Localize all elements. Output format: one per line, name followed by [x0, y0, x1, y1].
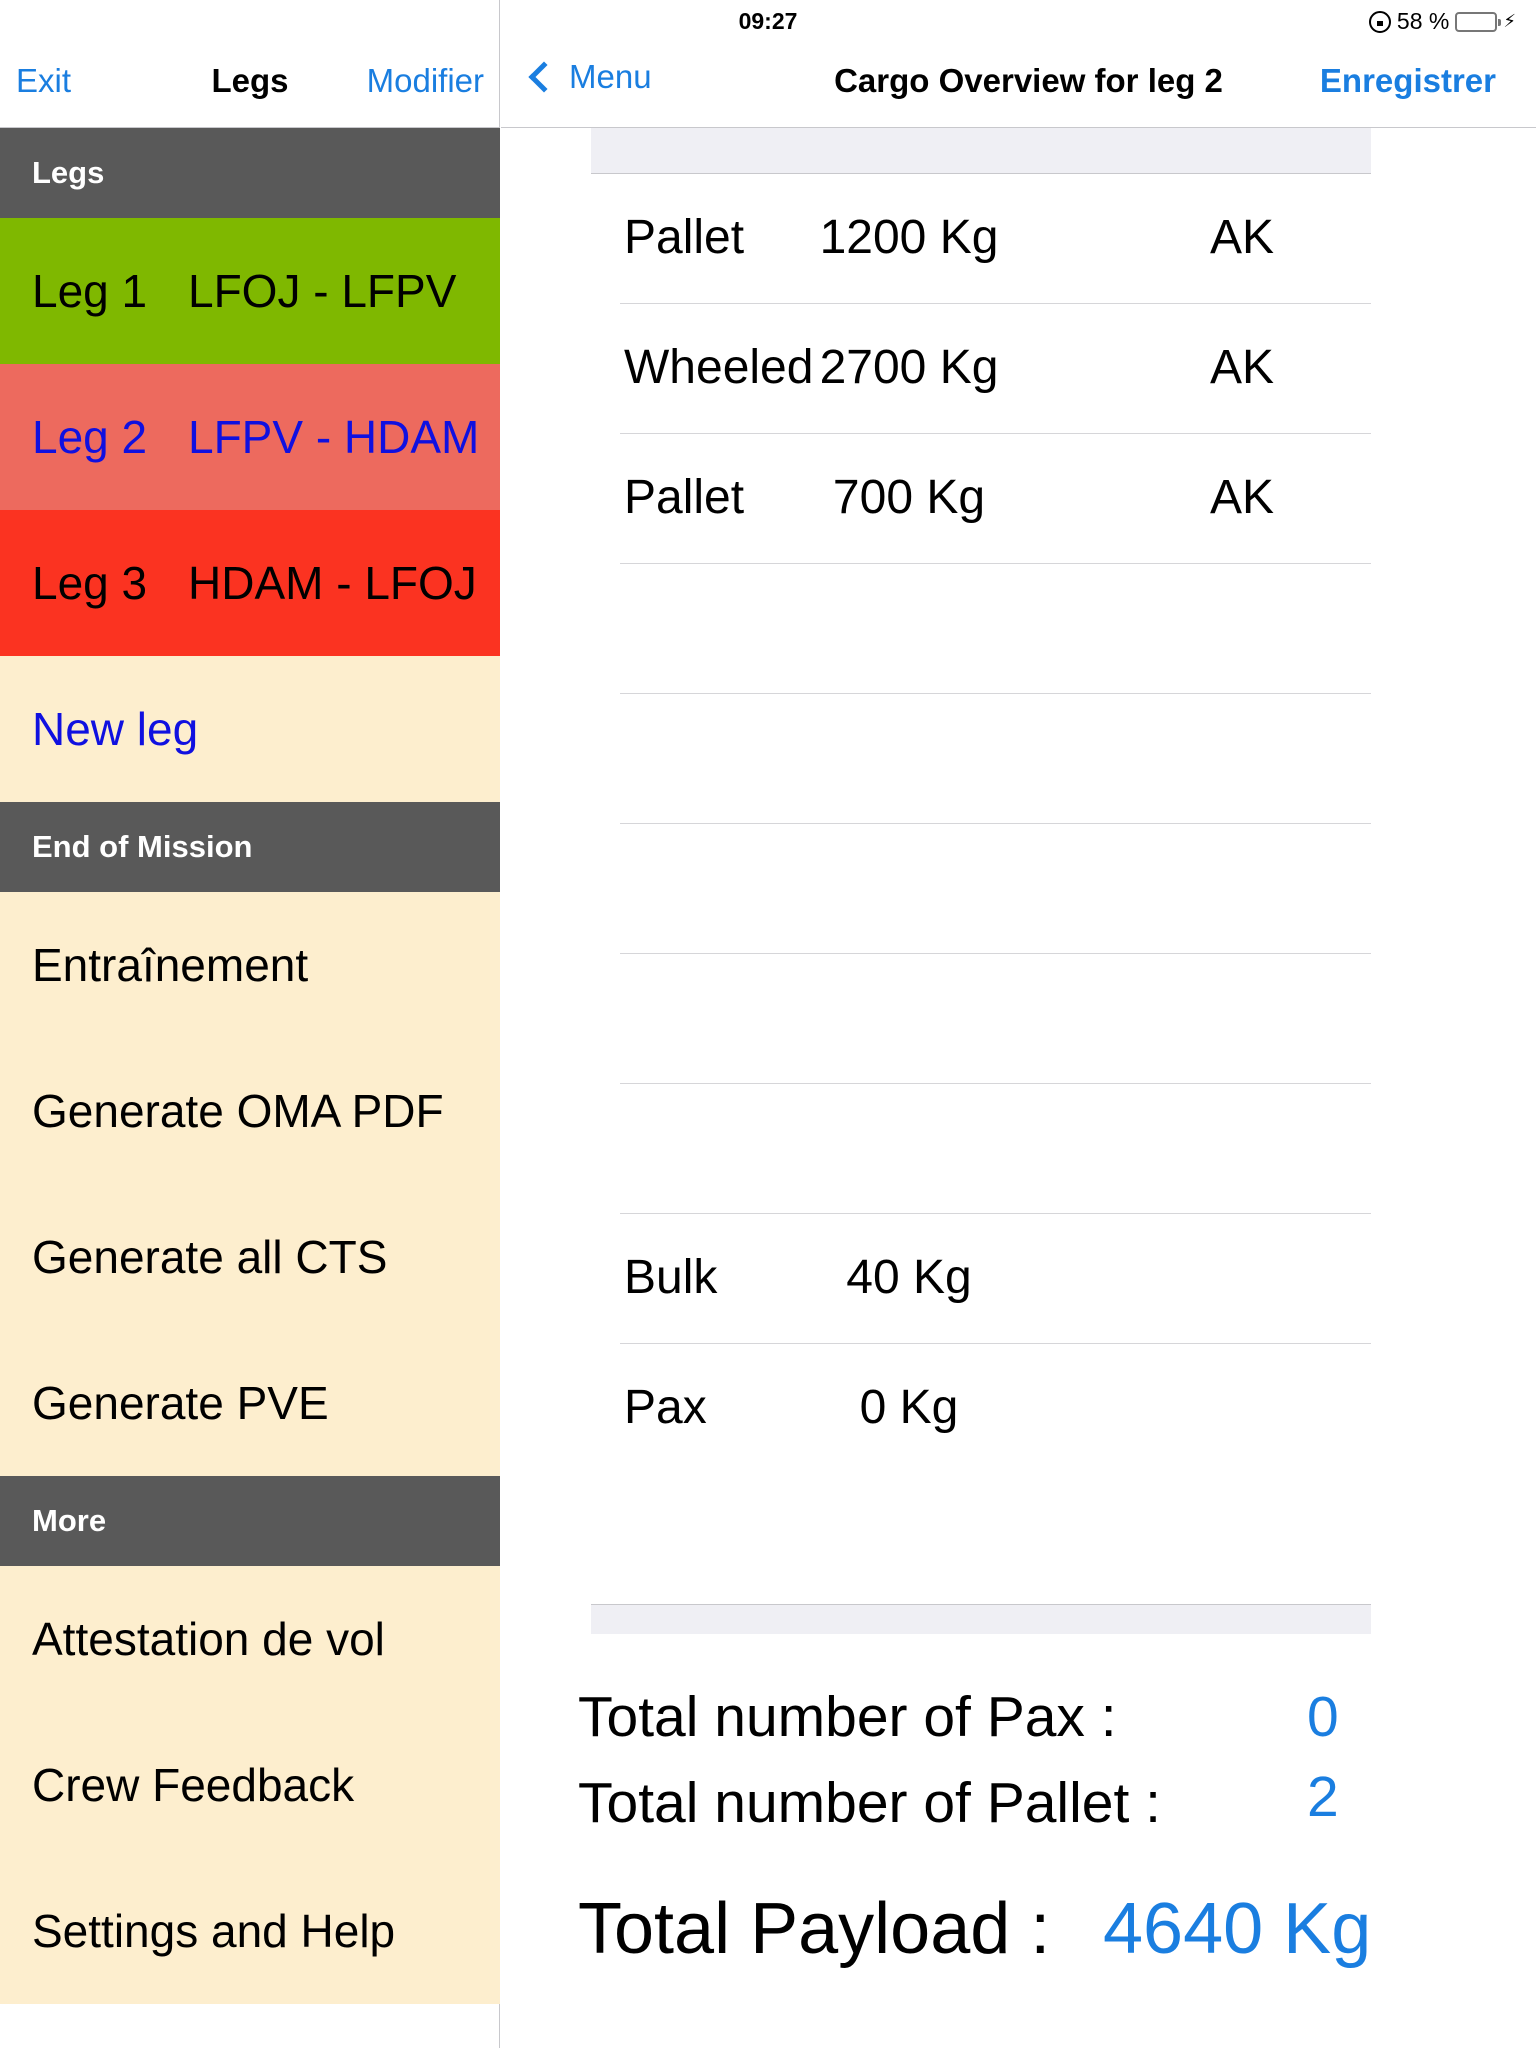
cargo-row-empty[interactable] [620, 954, 1371, 1084]
cargo-row[interactable]: Pallet 1200 Kg AK [620, 174, 1371, 304]
cargo-type: Pallet [624, 471, 745, 524]
cargo-row-empty[interactable] [620, 694, 1371, 824]
cargo-weight: 0 Kg [859, 1381, 959, 1434]
leg-route: LFOJ - LFPV [188, 265, 457, 317]
menu-item-settings-and-help[interactable]: Settings and Help [0, 1858, 500, 2004]
legs-nav-bar: Exit Legs Modifier [0, 40, 500, 128]
leg-item-2[interactable]: Leg 2 LFPV - HDAM [0, 364, 500, 510]
cargo-row-empty[interactable] [620, 1084, 1371, 1214]
cargo-row[interactable]: Pallet 700 Kg AK [620, 434, 1371, 564]
cargo-type: Bulk [624, 1251, 718, 1304]
section-header-more: More [0, 1476, 500, 1566]
cargo-table: Pallet 1200 Kg AK Wheeled 2700 Kg AK Pallet 7… [620, 174, 1371, 1474]
cargo-row-pax[interactable]: Pax 0 Kg [620, 1344, 1371, 1474]
leg-name: Leg 2 [32, 411, 148, 463]
modifier-button[interactable]: Modifier [367, 62, 484, 100]
cargo-code: AK [1210, 211, 1275, 264]
cargo-weight: 700 Kg [832, 471, 986, 524]
menu-item-attestation-de-vol[interactable]: Attestation de vol [0, 1566, 500, 1712]
cargo-type: Pallet [624, 211, 745, 264]
leg-name: Leg 3 [32, 557, 148, 609]
cargo-nav-bar: Menu Cargo Overview for leg 2 Enregistre… [501, 40, 1536, 128]
enregistrer-button[interactable]: Enregistrer [1320, 62, 1496, 100]
total-pax-value: 0 [1307, 1685, 1339, 1749]
leg-item-1[interactable]: Leg 1 LFOJ - LFPV [0, 218, 500, 364]
total-pax-label: Total number of Pax : [578, 1685, 1117, 1749]
cargo-code: AK [1210, 471, 1275, 524]
table-header-band [591, 128, 1371, 174]
menu-item-generate-pve[interactable]: Generate PVE [0, 1330, 500, 1476]
section-header-end-of-mission: End of Mission [0, 802, 500, 892]
cargo-overview-pane: Menu Cargo Overview for leg 2 Enregistre… [501, 0, 1536, 2048]
cargo-row-bulk[interactable]: Bulk 40 Kg [620, 1214, 1371, 1344]
new-leg-button[interactable]: New leg [0, 656, 500, 802]
legs-sidebar: Exit Legs Modifier Legs Leg 1 LFOJ - LFP… [0, 0, 500, 2048]
legs-list: Legs Leg 1 LFOJ - LFPV Leg 2 LFPV - HDAM… [0, 128, 500, 2004]
cargo-type: Pax [624, 1381, 707, 1434]
leg-route: HDAM - LFOJ [188, 557, 477, 609]
leg-name: Leg 1 [32, 265, 148, 317]
cargo-type: Wheeled [624, 341, 814, 394]
menu-item-entrainement[interactable]: Entraînement [0, 892, 500, 1038]
cargo-weight: 40 Kg [846, 1251, 972, 1304]
table-footer-band [591, 1604, 1371, 1634]
total-payload-label: Total Payload : [578, 1889, 1051, 1969]
cargo-row-empty[interactable] [620, 824, 1371, 954]
menu-item-generate-oma-pdf[interactable]: Generate OMA PDF [0, 1038, 500, 1184]
cargo-row-empty[interactable] [620, 564, 1371, 694]
cargo-weight: 1200 Kg [819, 211, 999, 264]
leg-item-3[interactable]: Leg 3 HDAM - LFOJ [0, 510, 500, 656]
leg-route: LFPV - HDAM [188, 411, 480, 463]
cargo-code: AK [1210, 341, 1275, 394]
total-pallet-value: 2 [1307, 1765, 1339, 1829]
menu-item-generate-all-cts[interactable]: Generate all CTS [0, 1184, 500, 1330]
cargo-weight: 2700 Kg [819, 341, 999, 394]
total-pallet-label: Total number of Pallet : [578, 1771, 1161, 1835]
cargo-row[interactable]: Wheeled 2700 Kg AK [620, 304, 1371, 434]
section-header-legs: Legs [0, 128, 500, 218]
total-payload-value: 4640 Kg [1103, 1889, 1372, 1969]
menu-item-crew-feedback[interactable]: Crew Feedback [0, 1712, 500, 1858]
